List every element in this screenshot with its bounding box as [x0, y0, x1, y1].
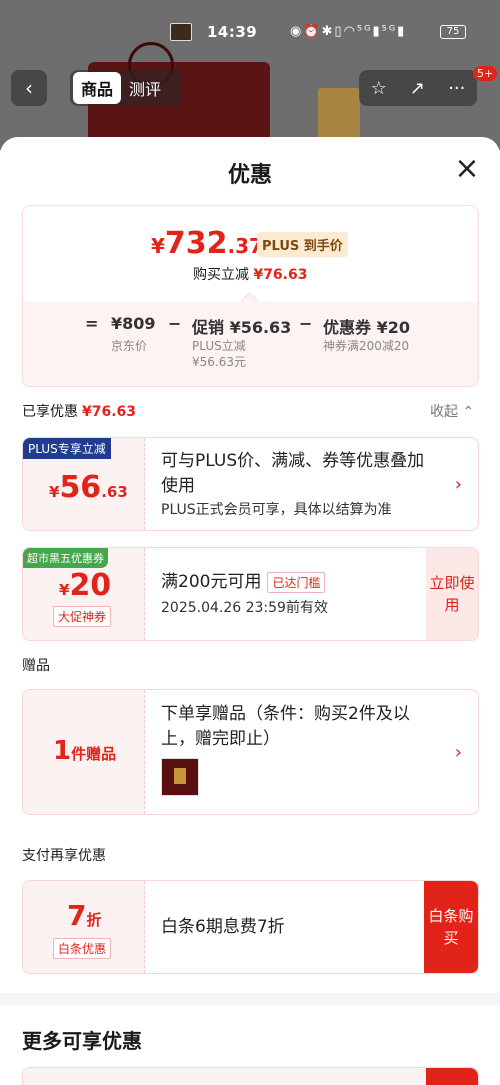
- promo-amount: 促销 ¥56.63: [192, 318, 292, 337]
- jd-price: ¥809: [111, 314, 156, 333]
- close-icon[interactable]: ×: [452, 154, 482, 185]
- plus-discount-card[interactable]: PLUS专享立减 ¥56.63 可与PLUS价、满减、券等优惠叠加使用 PLUS…: [22, 437, 479, 531]
- coupon-expiry: 2025.04.26 23:59前有效: [161, 600, 328, 616]
- baitiao-buy-button[interactable]: 白条购买: [424, 881, 478, 973]
- price-breakdown: = ¥809 京东价 − 促销 ¥56.63 PLUS立减 ¥56.63元 − …: [23, 302, 478, 386]
- top-nav: ‹ 商品 测评 ☆ ↗ ··· 5+: [0, 66, 500, 108]
- more-coupon-card[interactable]: [22, 1067, 479, 1085]
- price-summary-card: ¥732.37 PLUS 到手价 购买立减 ¥76.63 = ¥809 京东价 …: [22, 205, 479, 387]
- minus-sign: −: [168, 314, 182, 333]
- saving-line: 购买立减 ¥76.63: [193, 267, 308, 283]
- tab-review[interactable]: 测评: [121, 72, 169, 104]
- jd-price-label: 京东价: [111, 339, 148, 353]
- threshold-chip: 已达门槛: [267, 572, 326, 593]
- status-icons: ◉⏰✱▯◠⁵ᴳ▮⁵ᴳ▮: [290, 24, 407, 39]
- gift-card[interactable]: 1件赠品 下单享赠品（条件：购买2件及以上，赠完即止） ›: [22, 689, 479, 815]
- discount-sheet: 优惠 × ¥732.37 PLUS 到手价 购买立减 ¥76.63 = ¥809…: [0, 137, 500, 1085]
- enjoyed-discount: 已享优惠 ¥76.63: [22, 404, 137, 420]
- more-discounts-title: 更多可享优惠: [22, 1029, 142, 1053]
- nav-actions: ☆ ↗ ···: [359, 70, 477, 106]
- baitiao-discount: 7折: [67, 899, 102, 932]
- chevron-right-icon: ›: [454, 474, 462, 495]
- black-friday-coupon-card: 超市黑五优惠券 ¥20 大促神券 满200元可用 已达门槛 2025.04.26…: [22, 547, 479, 641]
- gift-image: [161, 758, 199, 796]
- baitiao-title: 白条6期息费7折: [161, 917, 285, 937]
- promo-sub-amount: ¥56.63元: [192, 355, 246, 369]
- baitiao-chip: 白条优惠: [53, 938, 112, 959]
- baitiao-card: 7折 白条优惠 白条6期息费7折 白条购买: [22, 880, 479, 974]
- status-time: 14:39: [207, 23, 258, 41]
- plus-discount-amount: ¥56.63: [49, 470, 128, 505]
- minus-sign: −: [299, 314, 313, 333]
- tab-product[interactable]: 商品: [73, 72, 122, 104]
- coupon-tag: 超市黑五优惠券: [23, 548, 108, 568]
- coupon-sub-label: 神券满200减20: [323, 339, 410, 353]
- more-icon[interactable]: ···: [448, 78, 465, 99]
- sheet-title: 优惠: [227, 163, 272, 188]
- back-button[interactable]: ‹: [11, 70, 47, 106]
- promo-sub-label: PLUS立减: [192, 339, 246, 353]
- tab-switcher: 商品 测评: [70, 70, 182, 106]
- section-divider: [0, 993, 500, 1005]
- collapse-button[interactable]: 收起 ⌃: [430, 401, 474, 421]
- chevron-right-icon: ›: [454, 742, 462, 763]
- plus-discount-title: 可与PLUS价、满减、券等优惠叠加使用: [161, 451, 425, 496]
- plus-discount-desc: PLUS正式会员可享，具体以结算为准: [161, 502, 392, 518]
- gift-count: 1件赠品: [53, 736, 117, 766]
- coupon-condition: 满200元可用: [161, 572, 262, 592]
- gift-title: 下单享赠品（条件：购买2件及以上，赠完即止）: [161, 704, 410, 749]
- plus-price-tag: PLUS 到手价: [257, 232, 348, 257]
- cart-badge: 5+: [473, 66, 498, 81]
- promo-coupon-chip: 大促神券: [53, 606, 112, 627]
- chevron-left-icon: ‹: [25, 76, 33, 100]
- equals-sign: =: [85, 314, 99, 333]
- status-bar: 14:39 ◉⏰✱▯◠⁵ᴳ▮⁵ᴳ▮ 75: [0, 18, 500, 48]
- pay-section-label: 支付再享优惠: [22, 848, 106, 864]
- app-thumbnail-icon: [170, 23, 192, 41]
- use-now-button[interactable]: 立即使用: [426, 548, 478, 640]
- battery-icon: 75: [440, 25, 466, 39]
- plus-tag: PLUS专享立减: [23, 438, 111, 459]
- final-price: ¥732.37: [151, 226, 263, 261]
- coupon-value: ¥20: [59, 568, 112, 603]
- coupon-amount: 优惠券 ¥20: [323, 318, 410, 337]
- gift-section-label: 赠品: [22, 658, 50, 674]
- share-icon[interactable]: ↗: [410, 78, 425, 99]
- star-icon[interactable]: ☆: [371, 78, 387, 99]
